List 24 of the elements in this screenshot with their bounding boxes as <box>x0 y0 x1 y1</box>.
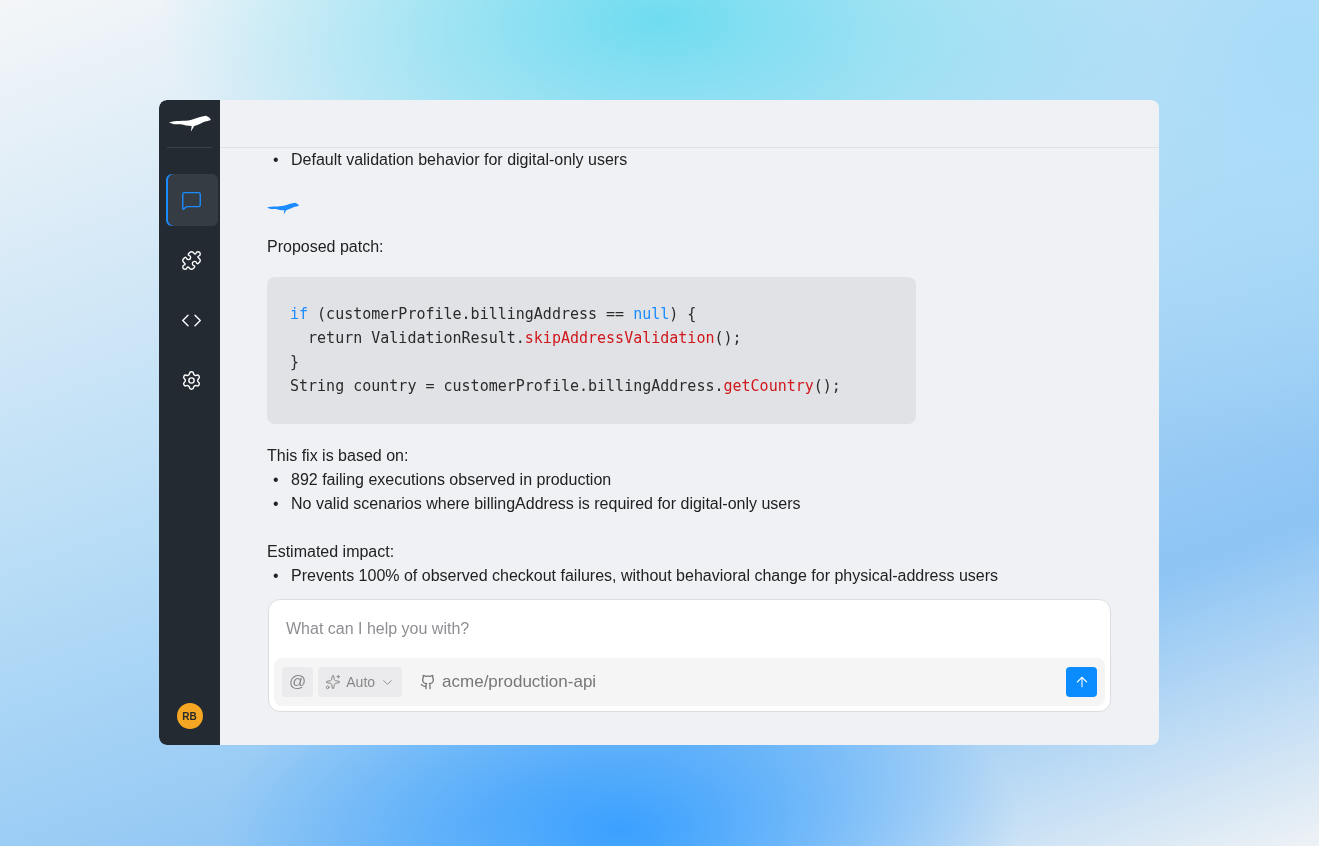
github-icon <box>420 674 437 690</box>
bullet-marker: • <box>273 494 279 515</box>
message-text: Estimated impact: <box>267 542 396 563</box>
bullet-marker: • <box>273 470 279 491</box>
chat-icon <box>181 189 202 211</box>
message-input-field[interactable]: What can I help you with? @ Auto acme/production-api <box>268 599 1111 712</box>
puzzle-icon <box>181 249 202 271</box>
user-avatar[interactable]: RB <box>176 703 203 729</box>
mention-button[interactable]: @ <box>282 667 314 697</box>
bullet-text: 892 failing executions observed in production <box>291 470 612 491</box>
sparkle-icon <box>325 674 342 690</box>
cheetah-logo-icon <box>267 202 299 216</box>
code-block: if (customerProfile.billingAddress == null) { return ValidationResult.skipAddressValidation(); } String country = customerProfile.billingAddress.getCountry(); <box>267 277 916 425</box>
cheetah-logo-icon <box>168 114 211 133</box>
bullet-text: Prevents 100% of observed checkout failures, without behavioral change for physical-address users <box>291 566 999 587</box>
settings-icon <box>181 369 202 391</box>
bullet-marker: • <box>273 566 279 587</box>
repository-label[interactable]: acme/production-api <box>442 672 597 692</box>
bullet-marker: • <box>273 150 279 170</box>
bullet-text: No valid scenarios where billingAddress is required for digital-only users <box>291 494 801 515</box>
model-dropdown[interactable]: Auto <box>318 667 403 697</box>
bullet-text: Default validation behavior for digital-only users <box>291 150 628 170</box>
message-text: Proposed patch: <box>267 237 385 258</box>
message-text: This fix is based on: <box>267 446 410 467</box>
